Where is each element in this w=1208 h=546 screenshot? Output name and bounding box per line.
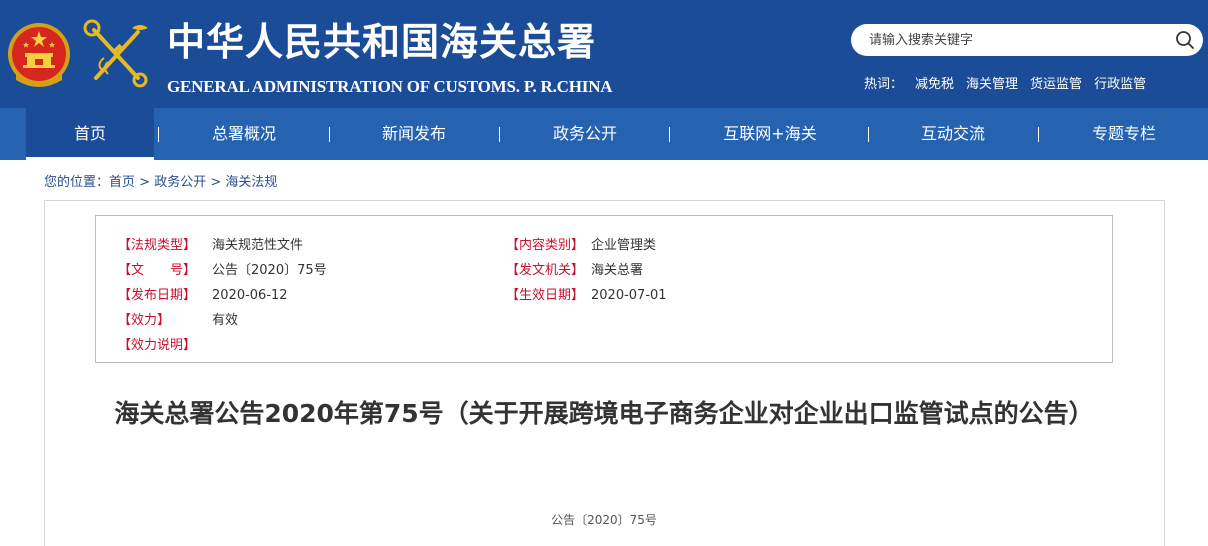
- meta-publish-date: 【发布日期】 2020-06-12: [118, 284, 288, 303]
- meta-label: 【内容类别】: [506, 238, 585, 253]
- meta-value: 2020-07-01: [591, 288, 667, 303]
- nav-item-home[interactable]: 首页: [26, 108, 154, 160]
- breadcrumb-separator: >: [210, 175, 222, 190]
- nav-divider: [158, 127, 159, 142]
- meta-label: 【效力】: [118, 313, 171, 328]
- nav-item-special-topics[interactable]: 专题专栏: [1060, 108, 1188, 160]
- breadcrumb-prefix: 您的位置：: [44, 175, 110, 190]
- meta-validity-note: 【效力说明】: [118, 334, 212, 353]
- nav-divider: [329, 127, 330, 142]
- meta-law-type: 【法规类型】 海关规范性文件: [118, 234, 303, 253]
- nav-divider: [868, 127, 869, 142]
- hotwords-label: 热词：: [864, 77, 904, 92]
- hotword-link[interactable]: 行政监管: [1094, 77, 1146, 92]
- meta-content-type: 【内容类别】 企业管理类: [506, 234, 656, 253]
- breadcrumb: 您的位置：首页 > 政务公开 > 海关法规: [44, 171, 277, 190]
- site-subtitle: GENERAL ADMINISTRATION OF CUSTOMS. P. R.…: [167, 77, 613, 96]
- breadcrumb-link-customs-regulations[interactable]: 海关法规: [225, 175, 277, 190]
- hotwords-bar: 热词： 减免税 海关管理 货运监管 行政监管: [864, 73, 1146, 92]
- nav-item-government-affairs[interactable]: 政务公开: [521, 108, 649, 160]
- article-doc-number: 公告〔2020〕75号: [551, 513, 657, 527]
- hotword-link[interactable]: 海关管理: [966, 77, 1018, 92]
- meta-label: 【法规类型】: [118, 238, 197, 253]
- site-header: 中华人民共和国海关总署 GENERAL ADMINISTRATION OF CU…: [0, 0, 1208, 108]
- article-title: 海关总署公告2020年第75号（关于开展跨境电子商务企业对企业出口监管试点的公告…: [114, 399, 1094, 428]
- meta-value: 2020-06-12: [212, 288, 288, 303]
- meta-label: 【效力说明】: [118, 338, 197, 353]
- breadcrumb-link-government-affairs[interactable]: 政务公开: [154, 175, 206, 190]
- nav-divider: [669, 127, 670, 142]
- meta-label: 【生效日期】: [506, 288, 585, 303]
- search-icon[interactable]: [1175, 30, 1195, 50]
- nav-item-internet-customs[interactable]: 互联网+海关: [700, 108, 840, 160]
- breadcrumb-separator: >: [139, 175, 151, 190]
- nav-divider: [499, 127, 500, 142]
- meta-label: 【发文机关】: [506, 263, 585, 278]
- nav-divider: [1038, 127, 1039, 142]
- national-emblem-icon: [8, 23, 70, 87]
- hotword-link[interactable]: 减免税: [915, 77, 954, 92]
- meta-label: 【文 号】: [118, 263, 197, 278]
- search-input[interactable]: [869, 24, 1159, 56]
- meta-effective-date: 【生效日期】 2020-07-01: [506, 284, 667, 303]
- customs-logo-icon: [83, 19, 148, 88]
- meta-value: 企业管理类: [591, 238, 657, 253]
- meta-label: 【发布日期】: [118, 288, 197, 303]
- breadcrumb-link-home[interactable]: 首页: [109, 175, 135, 190]
- site-title: 中华人民共和国海关总署: [167, 19, 597, 64]
- search-box: [851, 24, 1203, 56]
- meta-doc-number: 【文 号】 公告〔2020〕75号: [118, 259, 327, 278]
- nav-item-news[interactable]: 新闻发布: [350, 108, 478, 160]
- regulation-meta-box: 【法规类型】 海关规范性文件 【内容类别】 企业管理类 【文 号】 公告〔2020〕7…: [95, 215, 1113, 363]
- meta-issuer: 【发文机关】 海关总署: [506, 259, 643, 278]
- meta-value: 有效: [212, 313, 239, 328]
- nav-item-interaction[interactable]: 互动交流: [889, 108, 1017, 160]
- nav-item-about[interactable]: 总署概况: [180, 108, 308, 160]
- meta-value: 海关规范性文件: [212, 238, 304, 253]
- hotword-link[interactable]: 货运监管: [1030, 77, 1082, 92]
- main-nav: 首页 总署概况 新闻发布 政务公开 互联网+海关 互动交流 专题专栏: [0, 108, 1208, 160]
- meta-value: 公告〔2020〕75号: [212, 263, 327, 278]
- meta-value: 海关总署: [591, 263, 644, 278]
- meta-validity: 【效力】 有效: [118, 309, 238, 328]
